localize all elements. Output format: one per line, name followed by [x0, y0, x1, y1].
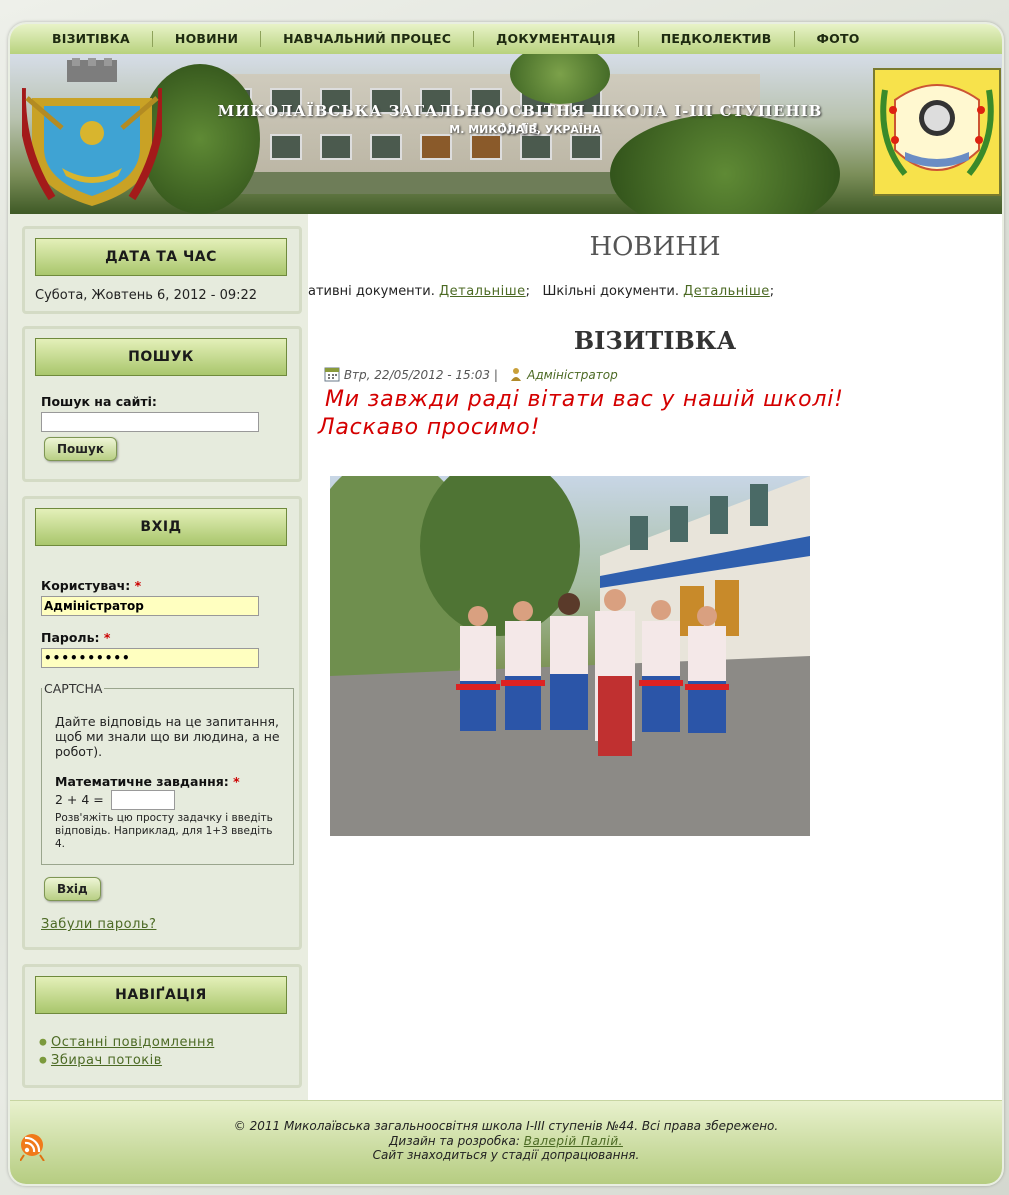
article-title[interactable]: ВІЗИТІВКА: [308, 326, 1002, 355]
welcome-message: Ми завжди раді вітати вас у нашій школі!…: [318, 386, 998, 442]
username-input[interactable]: [41, 596, 259, 616]
school-emblem-icon: [873, 68, 1001, 196]
header-banner: МИКОЛАЇВСЬКА ЗАГАЛЬНООСВІТНЯ ШКОЛА І-ІІІ…: [10, 54, 1002, 214]
login-block-title: ВХІД: [35, 508, 287, 546]
captcha-fieldset: CAPTCHA Дайте відповідь на це запитання,…: [41, 681, 294, 865]
ticker-item-1-link[interactable]: Детальніше: [439, 284, 526, 299]
ticker-item-1-text: ативні документи.: [308, 284, 435, 299]
students-photo: [330, 476, 810, 836]
copyright-text: © 2011 Миколаївська загальноосвітня школ…: [233, 1119, 779, 1133]
password-label: Пароль: *: [41, 630, 111, 645]
navigation-block-title: НАВІҐАЦІЯ: [35, 976, 287, 1014]
footer-text: © 2011 Миколаївська загальноосвітня школ…: [10, 1119, 1002, 1163]
nav-item-pedkolektyv[interactable]: ПЕДКОЛЕКТИВ: [639, 31, 795, 47]
school-location: М. МИКОЛАЇВ, УКРАЇНА: [449, 123, 601, 136]
math-label: Математичне завдання: *: [55, 774, 240, 789]
article-date: Втр, 22/05/2012 - 15:03 |: [343, 368, 498, 382]
current-datetime: Субота, Жовтень 6, 2012 - 09:22: [35, 288, 258, 303]
password-input[interactable]: [41, 648, 259, 668]
nav-item-vizytivka[interactable]: ВІЗИТІВКА: [30, 31, 153, 47]
search-block-title: ПОШУК: [35, 338, 287, 376]
math-question: 2 + 4 =: [55, 792, 104, 807]
nav-item-navchalnyi-protses[interactable]: НАВЧАЛЬНИЙ ПРОЦЕС: [261, 31, 475, 47]
nav-item-novyny[interactable]: НОВИНИ: [153, 31, 262, 47]
login-button[interactable]: Вхід: [44, 877, 101, 901]
nav-link-item: ● Останні повідомлення: [39, 1035, 214, 1050]
site-status-text: Сайт знаходиться у стадії допрацювання.: [372, 1148, 640, 1162]
page-container: ВІЗИТІВКА НОВИНИ НАВЧАЛЬНИЙ ПРОЦЕС ДОКУМ…: [8, 22, 1004, 1186]
search-label: Пошук на сайті:: [41, 394, 157, 409]
welcome-line-2: Ласкаво просимо!: [318, 415, 541, 440]
footer: © 2011 Миколаївська загальноосвітня школ…: [10, 1100, 1002, 1184]
ticker-item-2-link[interactable]: Детальніше: [683, 284, 770, 299]
nav-link-aggregator[interactable]: Збирач потоків: [51, 1053, 162, 1068]
welcome-line-1: Ми завжди раді вітати вас у нашій школі!: [325, 387, 844, 412]
nav-link-recent-posts[interactable]: Останні повідомлення: [51, 1035, 214, 1050]
captcha-answer-input[interactable]: [111, 790, 175, 810]
city-coat-of-arms-icon: [22, 58, 162, 206]
news-ticker: ативні документи. Детальніше; Шкільні до…: [308, 284, 775, 299]
article-author[interactable]: Адміністратор: [527, 368, 618, 382]
nav-item-foto[interactable]: ФОТО: [795, 31, 882, 47]
sidebar: ДАТА ТА ЧАС Субота, Жовтень 6, 2012 - 09…: [10, 214, 308, 1104]
search-button[interactable]: Пошук: [44, 437, 117, 461]
news-section-title: НОВИНИ: [589, 232, 721, 262]
nav-item-dokumentatsiia[interactable]: ДОКУМЕНТАЦІЯ: [474, 31, 639, 47]
math-hint: Розв'яжіть цю просту задачку і введіть в…: [55, 812, 273, 850]
captcha-legend: CAPTCHA: [44, 681, 103, 696]
bullet-icon: ●: [39, 1055, 47, 1066]
datetime-block: ДАТА ТА ЧАС Субота, Жовтень 6, 2012 - 09…: [22, 226, 302, 314]
bullet-icon: ●: [39, 1037, 47, 1048]
search-block: ПОШУК Пошук на сайті: Пошук: [22, 326, 302, 482]
main-content: НОВИНИ ативні документи. Детальніше; Шкі…: [308, 214, 1002, 1104]
ticker-item-2-text: Шкільні документи.: [542, 284, 679, 299]
user-icon: [511, 368, 522, 381]
username-label: Користувач: *: [41, 578, 142, 593]
designer-credit: Дизайн та розробка: Валерій Палій.: [389, 1133, 623, 1148]
navigation-block: НАВІҐАЦІЯ ● Останні повідомлення ● Збира…: [22, 964, 302, 1088]
calendar-icon: [324, 367, 340, 382]
search-input[interactable]: [41, 412, 259, 432]
forgot-password-link[interactable]: Забули пароль?: [41, 917, 156, 932]
nav-link-item: ● Збирач потоків: [39, 1053, 162, 1068]
captcha-description: Дайте відповідь на це запитання, щоб ми …: [55, 714, 280, 759]
article-meta: Втр, 22/05/2012 - 15:03 | Адміністратор: [324, 366, 618, 382]
top-navigation: ВІЗИТІВКА НОВИНИ НАВЧАЛЬНИЙ ПРОЦЕС ДОКУМ…: [10, 24, 1002, 55]
datetime-block-title: ДАТА ТА ЧАС: [35, 238, 287, 276]
designer-link[interactable]: Валерій Палій.: [524, 1134, 623, 1148]
login-block: ВХІД Користувач: * Пароль: * CAPTCHA Дай…: [22, 496, 302, 950]
